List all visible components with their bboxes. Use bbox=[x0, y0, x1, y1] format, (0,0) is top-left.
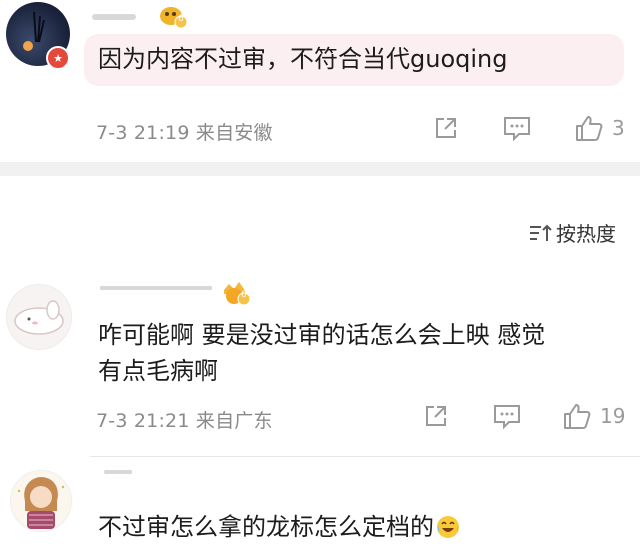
like-count: 19 bbox=[600, 404, 626, 428]
username-blurred[interactable] bbox=[92, 14, 136, 20]
sort-icon bbox=[530, 224, 552, 241]
thumbs-up-icon bbox=[576, 116, 603, 141]
avatar[interactable] bbox=[10, 470, 72, 532]
sort-button[interactable]: 按热度 bbox=[528, 218, 616, 247]
comment-meta: 7-3 21:19 来自安徽 bbox=[96, 122, 273, 144]
verified-badge-icon: ★ bbox=[46, 46, 70, 70]
share-icon bbox=[436, 118, 456, 138]
comment-text-line1: 咋可能啊 要是没过审的话怎么会上映 感觉 bbox=[98, 321, 546, 349]
comment-text-body: 不过审怎么拿的龙标怎么定档的 bbox=[98, 513, 434, 541]
share-icon bbox=[426, 406, 446, 426]
username-blurred[interactable] bbox=[100, 286, 212, 290]
like-button[interactable]: 19 bbox=[562, 402, 625, 430]
divider bbox=[90, 456, 640, 457]
level-number: 6 bbox=[241, 290, 247, 300]
comment-icon bbox=[494, 405, 520, 430]
comment-text-line2: 有点毛病啊 bbox=[98, 357, 218, 385]
comment-icon bbox=[504, 117, 530, 142]
divider bbox=[0, 162, 640, 176]
comment-text: 不过审怎么拿的龙标怎么定档的 bbox=[98, 510, 460, 544]
like-count: 3 bbox=[612, 116, 625, 140]
laugh-cry-emoji-icon bbox=[437, 516, 459, 538]
comment-meta: 7-3 21:21 来自广东 bbox=[96, 410, 273, 432]
avatar[interactable] bbox=[6, 284, 72, 350]
comment-button[interactable] bbox=[492, 402, 522, 430]
like-button[interactable]: 3 bbox=[574, 114, 625, 142]
username-blurred[interactable] bbox=[104, 470, 132, 474]
thumbs-up-icon bbox=[564, 404, 591, 429]
comment-button[interactable] bbox=[502, 114, 532, 142]
share-button[interactable] bbox=[432, 114, 460, 142]
share-button[interactable] bbox=[422, 402, 450, 430]
sort-label: 按热度 bbox=[556, 222, 616, 246]
comment-text: 因为内容不过审，不符合当代guoqing bbox=[98, 45, 508, 73]
level-number: 6 bbox=[178, 14, 184, 24]
